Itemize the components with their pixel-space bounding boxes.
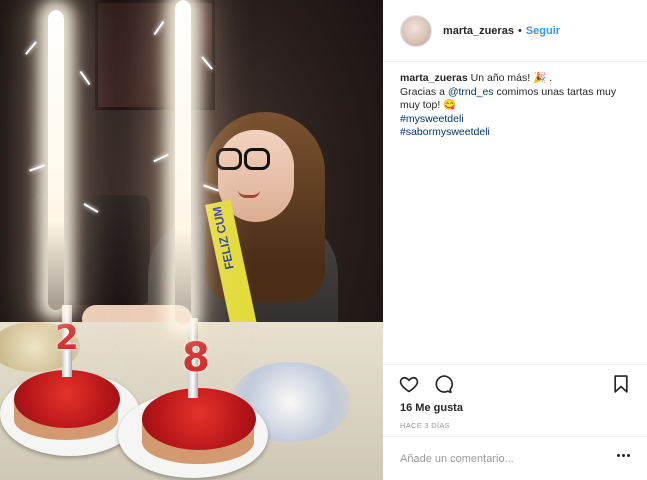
post-caption: marta_zueras Un año más! 🎉 . Gracias a @… — [400, 72, 636, 140]
spark — [153, 153, 169, 163]
more-options-icon[interactable] — [617, 453, 631, 459]
comment-input[interactable] — [400, 452, 600, 465]
action-bar — [383, 364, 647, 400]
spark — [79, 70, 91, 86]
spark — [29, 164, 45, 172]
strawberry-cake-right — [142, 388, 256, 450]
follow-button[interactable]: Seguir — [526, 25, 560, 37]
caption-text-2-prefix: Gracias a — [400, 85, 448, 98]
spark — [25, 41, 37, 55]
header-separator: • — [517, 24, 522, 37]
strawberry-cake-left — [14, 370, 120, 428]
caption-line-2: Gracias a @trnd_es comimos unas tartas m… — [400, 86, 636, 113]
hashtag-link[interactable]: #mysweetdeli — [400, 113, 636, 127]
hashtag-link[interactable]: #sabormysweetdeli — [400, 126, 636, 140]
candle-digit-left: 2 — [55, 318, 79, 358]
caption-line-1: marta_zueras Un año más! 🎉 . — [400, 72, 636, 86]
caption-username[interactable]: marta_zueras — [400, 72, 468, 84]
glasses-left-lens — [216, 148, 242, 170]
sparkler-left — [48, 10, 64, 310]
post-photo[interactable]: FELIZ CUM 2 8 — [0, 0, 383, 480]
wall-painting — [95, 0, 215, 110]
caption-text-1: Un año más! 🎉 . — [467, 72, 552, 84]
heart-icon[interactable] — [399, 374, 419, 394]
post-side-panel: marta_zueras • Seguir marta_zueras Un añ… — [383, 0, 647, 480]
add-comment-bar — [383, 436, 647, 480]
candle-digit-right: 8 — [182, 335, 210, 381]
post-header: marta_zueras • Seguir — [383, 0, 647, 62]
post-timestamp[interactable]: HACE 3 DÍAS — [400, 421, 450, 430]
comment-bubble-icon[interactable] — [433, 374, 453, 394]
likes-count[interactable]: 16 Me gusta — [400, 402, 463, 414]
header-username[interactable]: marta_zueras — [443, 25, 514, 37]
sparkler-right — [175, 0, 191, 325]
glasses-right-lens — [244, 148, 270, 170]
avatar[interactable] — [400, 14, 432, 47]
caption-mention-link[interactable]: @trnd_es — [448, 86, 494, 98]
bookmark-icon[interactable] — [611, 374, 631, 394]
